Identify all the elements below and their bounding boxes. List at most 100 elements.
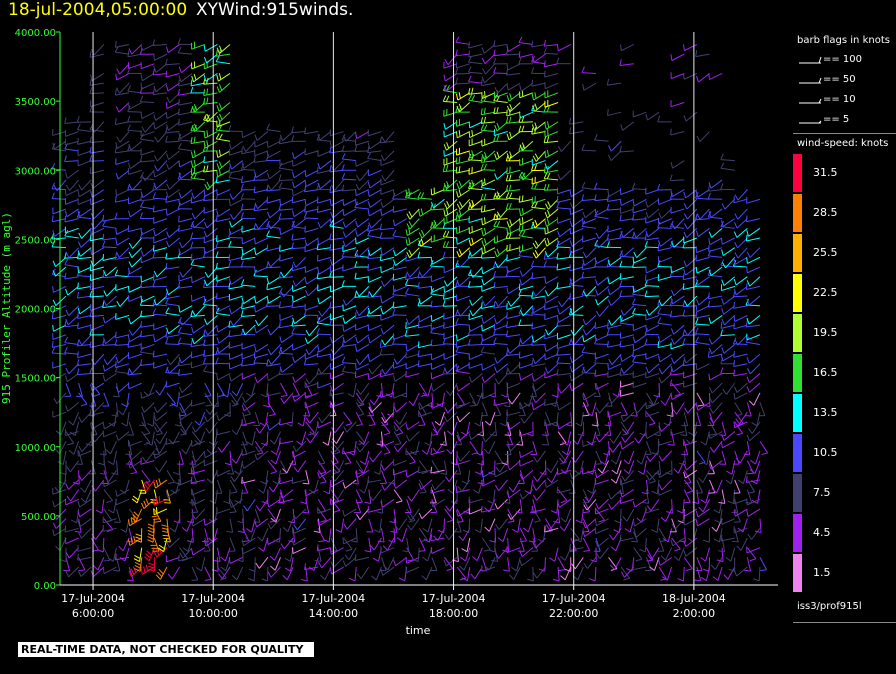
wind-barb xyxy=(404,279,420,287)
wind-barb xyxy=(278,181,294,191)
wind-barb xyxy=(191,167,205,176)
wind-barb xyxy=(489,383,496,398)
y-axis-title: 915 Profiler Altitude (m agl) xyxy=(0,212,13,404)
wind-barb xyxy=(746,431,761,442)
wind-barb xyxy=(700,547,710,562)
wind-barb xyxy=(128,237,143,249)
wind-barb xyxy=(544,344,559,352)
wind-barb xyxy=(392,391,407,399)
wind-barb xyxy=(468,121,483,129)
wind-barb xyxy=(645,352,660,360)
wind-barb xyxy=(203,247,218,254)
wind-barb xyxy=(408,392,420,406)
wind-barb xyxy=(456,179,471,190)
wind-barb xyxy=(473,479,483,494)
wind-barb xyxy=(619,273,634,280)
wind-barb xyxy=(191,121,206,132)
wind-barb xyxy=(152,192,167,200)
wind-barb xyxy=(620,411,635,423)
wind-barb xyxy=(240,203,256,211)
wind-barb xyxy=(556,402,571,411)
wind-barb xyxy=(544,129,559,138)
wind-barb xyxy=(608,140,622,152)
wind-barb xyxy=(74,518,82,533)
wind-barb xyxy=(329,362,344,370)
wind-barb xyxy=(78,334,92,346)
wind-barb xyxy=(455,92,471,101)
wind-barb xyxy=(623,450,635,465)
wind-barb xyxy=(467,66,483,74)
wind-barb xyxy=(203,350,218,357)
wind-barb xyxy=(696,392,705,407)
wind-barb xyxy=(676,499,685,514)
wind-barb xyxy=(165,70,180,78)
wind-barb xyxy=(481,334,496,342)
wind-barb xyxy=(355,363,370,371)
wind-barb xyxy=(317,196,332,204)
wind-barb xyxy=(455,61,470,69)
wind-barb xyxy=(556,342,571,349)
wind-barb xyxy=(720,237,735,245)
wind-barb xyxy=(519,157,534,166)
wind-barb xyxy=(417,360,433,368)
wind-barb xyxy=(557,169,572,181)
wind-barb xyxy=(153,179,168,190)
wind-barb xyxy=(368,411,376,427)
wind-barb xyxy=(531,53,546,63)
wind-barb xyxy=(392,218,407,227)
wind-barb xyxy=(532,286,546,297)
wind-barb xyxy=(670,206,685,214)
wind-barb xyxy=(493,135,508,142)
wind-barb xyxy=(468,507,483,515)
wind-barb xyxy=(153,63,168,73)
wind-barb xyxy=(569,189,584,198)
wind-barb xyxy=(203,53,218,64)
wind-barb xyxy=(442,95,458,104)
wind-barb xyxy=(204,276,218,287)
wind-barb xyxy=(66,460,80,473)
wind-barb xyxy=(482,63,496,75)
wind-barb xyxy=(191,334,206,345)
wind-barb xyxy=(695,189,710,198)
wind-barb xyxy=(343,518,357,530)
wind-barb xyxy=(657,307,672,316)
wind-barb xyxy=(532,102,546,112)
wind-barb xyxy=(703,528,711,543)
wind-barb xyxy=(304,225,319,233)
wind-barb xyxy=(444,53,458,66)
wind-barb xyxy=(191,61,205,70)
wind-barb xyxy=(140,457,155,465)
wind-barb xyxy=(481,295,496,307)
wind-barb xyxy=(444,402,458,414)
wind-barb xyxy=(216,149,231,158)
wind-barb xyxy=(645,363,660,374)
wind-barb xyxy=(76,291,92,299)
wind-barb xyxy=(720,353,735,362)
wind-barb xyxy=(65,179,80,191)
wind-barb xyxy=(52,361,67,369)
y-axis-ticks: 0.00500.001000.001500.002000.002500.0030… xyxy=(15,28,60,592)
wind-barb xyxy=(240,260,256,268)
wind-barb xyxy=(89,167,104,175)
speed-label: 13.5 xyxy=(813,406,838,419)
wind-barb xyxy=(139,299,155,307)
wind-barb xyxy=(103,489,113,504)
y-tick-label: 1000.00 xyxy=(15,443,56,454)
wind-barb xyxy=(103,295,117,306)
wind-barb xyxy=(430,326,445,336)
wind-barb xyxy=(366,518,374,533)
wind-barb xyxy=(178,247,193,256)
wind-barb xyxy=(304,179,319,188)
wind-barb xyxy=(165,297,180,307)
wind-barb xyxy=(153,150,168,162)
wind-barb xyxy=(493,66,508,74)
wind-barb xyxy=(203,88,218,97)
wind-barb xyxy=(494,150,508,161)
wind-barb xyxy=(657,198,672,206)
wind-barb xyxy=(632,381,647,389)
x-axis-title: time xyxy=(406,624,431,637)
wind-barb xyxy=(670,286,685,297)
wind-barb xyxy=(620,188,634,196)
wind-barb xyxy=(380,324,395,335)
wind-barb xyxy=(505,270,521,278)
